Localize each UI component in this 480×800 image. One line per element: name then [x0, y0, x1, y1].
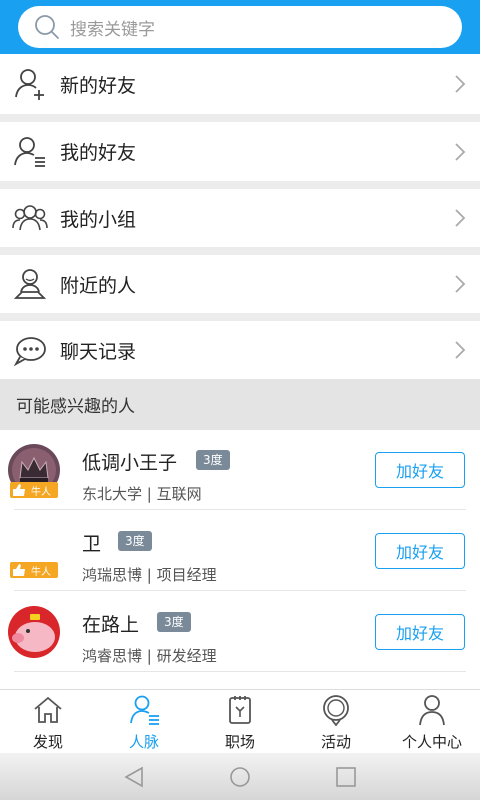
search-placeholder: 搜索关键字 — [70, 19, 155, 40]
degree-badge: 3度 — [118, 531, 152, 551]
tab-label: 个人中心 — [401, 733, 462, 751]
list-item[interactable]: 牛人 低调小王子 3度 东北大学 | 互联网 加好友 — [0, 430, 480, 510]
list-item[interactable]: 牛人 卫 3度 鸿瑞思博 | 项目经理 加好友 — [0, 511, 480, 591]
recents-icon[interactable] — [334, 765, 358, 789]
suggestions-header: 可能感兴趣的人 — [0, 379, 480, 430]
tab-label: 人脉 — [128, 733, 159, 751]
tab-discover[interactable]: 发现 — [0, 690, 96, 754]
home-button-icon[interactable] — [228, 765, 252, 789]
tab-profile[interactable]: 个人中心 — [384, 690, 480, 754]
piggy-bank-image — [8, 606, 60, 658]
profile-icon — [419, 695, 445, 726]
person-name: 低调小王子 — [82, 452, 178, 474]
chevron-right-icon — [455, 142, 466, 161]
person-name: 卫 — [82, 533, 102, 555]
divider — [14, 590, 466, 591]
chevron-right-icon — [455, 75, 466, 93]
suggestions-title: 可能感兴趣的人 — [16, 397, 135, 417]
friend-list-icon — [14, 136, 45, 167]
menu-item-label: 附近的人 — [60, 274, 137, 297]
menu-item-my-friends[interactable]: 我的好友 — [0, 122, 480, 181]
tab-activity[interactable]: 活动 — [288, 690, 384, 754]
degree-badge: 3度 — [196, 450, 230, 470]
chevron-right-icon — [455, 209, 466, 227]
person-name: 在路上 — [82, 614, 140, 636]
activity-icon — [323, 695, 349, 726]
divider — [14, 509, 466, 510]
person-info: 东北大学 | 互联网 — [82, 485, 202, 503]
avatar — [8, 606, 60, 658]
chat-bubble-icon — [13, 337, 46, 367]
menu-item-nearby[interactable]: 附近的人 — [0, 255, 480, 313]
add-friend-button[interactable]: 加好友 — [375, 452, 465, 488]
search-box[interactable]: 搜索关键字 — [18, 6, 462, 48]
menu-item-label: 我的小组 — [60, 208, 137, 231]
menu-item-my-groups[interactable]: 我的小组 — [0, 189, 480, 247]
nearby-person-icon — [13, 269, 47, 299]
list-item[interactable]: 在路上 3度 鸿睿思博 | 研发经理 加好友 — [0, 592, 480, 672]
add-friend-button[interactable]: 加好友 — [375, 614, 465, 650]
home-icon — [34, 696, 62, 723]
tab-workplace[interactable]: 职场 — [192, 690, 288, 754]
tab-label: 活动 — [320, 733, 351, 751]
top-bar: 搜索关键字 — [0, 0, 480, 54]
back-icon[interactable] — [122, 765, 146, 789]
add-friend-icon — [15, 69, 44, 100]
chevron-right-icon — [455, 275, 466, 293]
chevron-right-icon — [455, 341, 466, 359]
menu-item-label: 新的好友 — [60, 74, 137, 97]
menu-item-chat-history[interactable]: 聊天记录 — [0, 321, 480, 379]
system-nav-bar — [0, 753, 480, 800]
menu-item-label: 我的好友 — [60, 142, 137, 164]
tab-label: 发现 — [32, 733, 63, 751]
group-icon — [12, 205, 48, 231]
bottom-tab-bar: 发现 人脉 职场 活动 个人中心 — [0, 689, 480, 753]
contacts-icon — [130, 695, 159, 725]
person-info: 鸿瑞思博 | 项目经理 — [82, 566, 217, 584]
tab-contacts[interactable]: 人脉 — [96, 690, 192, 754]
menu-item-new-friends[interactable]: 新的好友 — [0, 54, 480, 114]
people-list: 牛人 低调小王子 3度 东北大学 | 互联网 加好友 牛人 卫 3度 鸿瑞思博 … — [0, 430, 480, 690]
menu-item-label: 聊天记录 — [60, 340, 137, 363]
tab-label: 职场 — [224, 733, 255, 751]
expert-badge-label: 牛人 — [31, 487, 51, 498]
degree-badge: 3度 — [157, 612, 191, 632]
divider — [14, 671, 466, 672]
workplace-icon — [229, 696, 251, 724]
add-friend-button[interactable]: 加好友 — [375, 533, 465, 569]
search-icon — [35, 15, 59, 39]
expert-badge-label: 牛人 — [31, 567, 51, 578]
person-info: 鸿睿思博 | 研发经理 — [82, 647, 217, 665]
